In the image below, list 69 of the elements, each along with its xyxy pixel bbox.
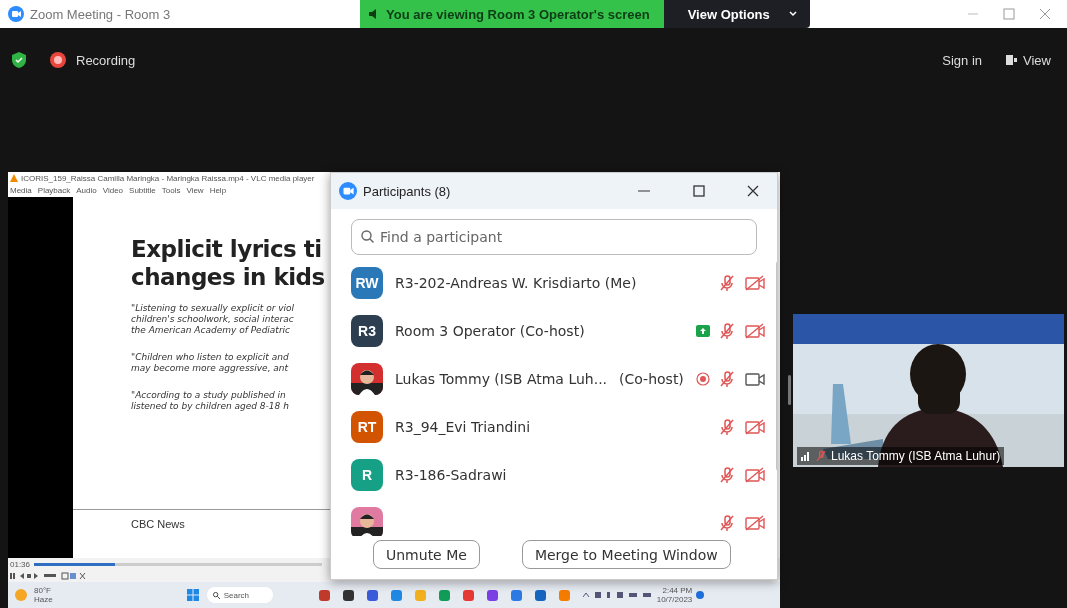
menu-item[interactable]: Playback: [37, 186, 71, 195]
tray-icons-drawing: [582, 591, 653, 599]
participant-name: Lukas Tommy (ISB Atma Luhur): [831, 448, 1001, 463]
window-title: Zoom Meeting - Room 3: [30, 6, 171, 22]
avatar: RW: [351, 267, 383, 299]
recording-label: Recording: [76, 52, 136, 68]
quote-line: "According to a study published in: [131, 390, 287, 401]
maximize-icon[interactable]: [693, 185, 705, 197]
quote-line: children's schoolwork, social interac: [131, 314, 295, 325]
view-button[interactable]: View: [1002, 50, 1055, 70]
seek-bar[interactable]: [34, 562, 323, 566]
menu-item[interactable]: Subtitle: [129, 186, 156, 195]
menu-item[interactable]: Help: [209, 186, 227, 195]
menu-item[interactable]: Tools: [161, 186, 181, 195]
recording-icon: [50, 52, 66, 68]
signal-icon: [801, 450, 811, 461]
close-icon[interactable]: [747, 185, 759, 197]
elapsed-time: 01:36: [10, 559, 31, 569]
sign-in-button[interactable]: Sign in: [938, 50, 987, 70]
menu-item[interactable]: Audio: [76, 186, 97, 195]
app-logo-icon: [339, 182, 357, 200]
traffic-cone-icon: [10, 174, 18, 182]
taskbar-app-icon[interactable]: [486, 589, 498, 601]
taskbar-app-icon[interactable]: [318, 589, 330, 601]
chevron-down-icon: [787, 10, 798, 18]
participant-role: (Co-host): [619, 371, 684, 387]
banner-text: You are viewing Room 3 Operator's screen: [386, 6, 650, 22]
menu-item[interactable]: Video: [102, 186, 124, 195]
avatar: R: [351, 459, 383, 491]
avatar: RT: [351, 411, 383, 443]
start-icon[interactable]: [186, 589, 199, 601]
menu-item[interactable]: Media: [10, 186, 32, 195]
quote-line: may become more aggressive, ant: [131, 363, 290, 374]
participant-name: R3-202-Andreas W. Krisdiarto (Me): [395, 275, 637, 291]
participant-name: Room 3 Operator (Co-host): [395, 323, 585, 339]
notification-icon: [696, 591, 705, 599]
panel-title: Participants (8): [363, 183, 452, 199]
taskbar-app-icon[interactable]: [342, 589, 354, 601]
quote-line: listened to by children aged 8-18 h: [131, 401, 290, 412]
slide-title: changes in kids: [131, 263, 326, 291]
unmute-button[interactable]: Unmute Me: [373, 540, 480, 569]
taskbar-search[interactable]: Search: [206, 587, 273, 603]
clock-date: 10/7/2023: [656, 595, 693, 604]
weather-sun-icon: [14, 588, 28, 602]
view-options-button[interactable]: View Options: [663, 0, 810, 28]
weather-label: Haze: [34, 595, 53, 604]
participant-name: R3_94_Evi Triandini: [395, 419, 531, 435]
search-field[interactable]: Find a participant: [351, 219, 757, 255]
taskbar-app-icon[interactable]: [366, 589, 378, 601]
taskbar-app-icon[interactable]: [534, 589, 546, 601]
quote-line: "Listening to sexually explicit or viol: [131, 303, 296, 314]
clock-time: 2:44 PM: [662, 586, 693, 595]
player-title: ICORIS_159_Raissa Camilla Maringka - Maringka Raissa.mp4 - VLC media player: [21, 173, 315, 183]
slide-source: CBC News: [131, 518, 185, 530]
search-icon: [212, 591, 220, 599]
merge-window-button[interactable]: Merge to Meeting Window: [521, 540, 731, 569]
participant-name: R3-186-Sadrawi: [395, 467, 507, 483]
temperature: 80°F: [34, 586, 52, 595]
quote-line: the American Academy of Pediatric: [131, 325, 292, 336]
search-icon: [361, 230, 374, 243]
menu-item[interactable]: View: [186, 186, 204, 195]
participant-name: Lukas Tommy (ISB Atma Luh...: [395, 371, 608, 387]
resize-handle[interactable]: [788, 375, 791, 405]
quote-line: "Children who listen to explicit and: [131, 352, 290, 363]
view-layout-icon: [1006, 54, 1019, 66]
slide-title: Explicit lyrics ti: [131, 235, 323, 263]
app-logo-icon: [8, 6, 24, 22]
shield-icon: [12, 52, 26, 68]
avatar: R3: [351, 315, 383, 347]
